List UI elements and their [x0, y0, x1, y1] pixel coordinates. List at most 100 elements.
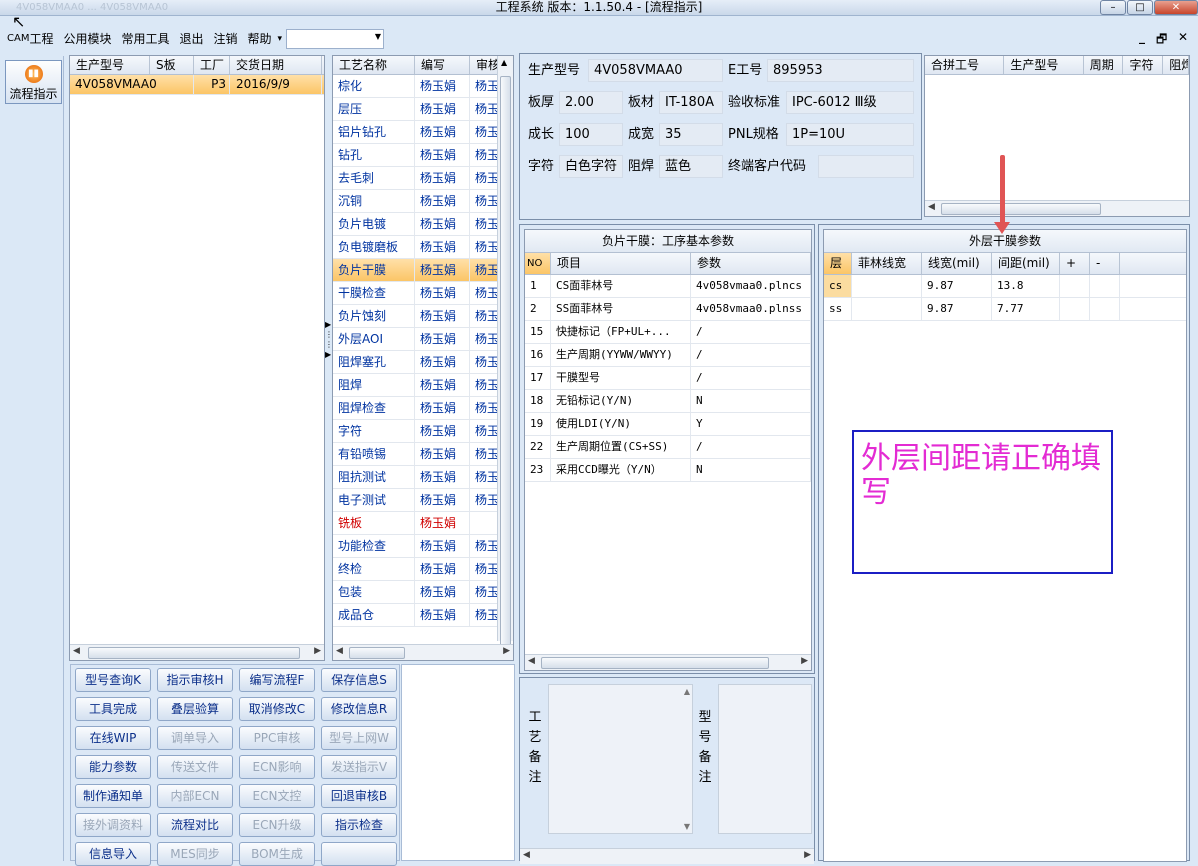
col-writer[interactable]: 编写 [415, 56, 470, 74]
col-combine-no[interactable]: 合拼工号 [925, 56, 1005, 74]
action-button-26[interactable]: BOM生成 [239, 842, 315, 866]
combine-hscroll[interactable]: ◀ [925, 200, 1189, 216]
step-hscroll[interactable]: ◀ ▶ [333, 644, 513, 660]
mask-field[interactable]: 蓝色 [659, 155, 723, 178]
scroll-right-icon[interactable]: ▶ [503, 646, 510, 656]
col-char[interactable]: 字符 [1123, 56, 1164, 74]
thickness-field[interactable]: 2.00 [559, 91, 623, 114]
action-button-15[interactable]: 发送指示V [321, 755, 397, 779]
table-row[interactable]: 电子测试 杨玉娟 杨玉 [333, 489, 513, 512]
notes-hscroll[interactable]: ◀ ▶ [520, 848, 814, 864]
outer-rm[interactable] [1090, 298, 1120, 320]
table-row[interactable]: 铣板 杨玉娟 [333, 512, 513, 535]
width-field[interactable]: 35 [659, 123, 723, 146]
mdi-restore-button[interactable]: 🗗 [1156, 30, 1167, 51]
scroll-right-icon[interactable]: ▶ [804, 850, 811, 860]
scroll-thumb[interactable] [88, 647, 300, 659]
table-row[interactable]: 负片电镀 杨玉娟 杨玉 [333, 213, 513, 236]
table-row[interactable]: 负电镀磨板 杨玉娟 杨玉 [333, 236, 513, 259]
order-hscroll[interactable]: ◀ ▶ [70, 644, 324, 660]
outer-film[interactable] [852, 275, 922, 297]
table-row[interactable]: 15 快捷标记（FP+UL+... / [525, 321, 811, 344]
table-row[interactable]: 负片干膜 杨玉娟 杨玉 [333, 259, 513, 282]
action-button-13[interactable]: 传送文件 [157, 755, 233, 779]
scroll-up-icon[interactable]: ▲ [501, 58, 507, 67]
scroll-left-icon[interactable]: ◀ [336, 646, 343, 656]
table-row[interactable]: 2 SS面菲林号 4v058vmaa0.plnss [525, 298, 811, 321]
action-button-7[interactable]: 修改信息R [321, 697, 397, 721]
table-row[interactable]: 干膜检查 杨玉娟 杨玉 [333, 282, 513, 305]
mdi-close-button[interactable]: ✕ [1178, 30, 1188, 44]
action-button-24[interactable]: 信息导入 [75, 842, 151, 866]
table-row[interactable]: 22 生产周期位置(CS+SS) / [525, 436, 811, 459]
scroll-up-icon[interactable]: ▲ [684, 687, 690, 696]
action-button-16[interactable]: 制作通知单 [75, 784, 151, 808]
action-button-8[interactable]: 在线WIP [75, 726, 151, 750]
table-row[interactable]: 负片蚀刻 杨玉娟 杨玉 [333, 305, 513, 328]
table-row[interactable]: cs 9.87 13.8 [824, 275, 1186, 298]
add-column-button[interactable]: + [1060, 253, 1090, 274]
table-row[interactable]: 包装 杨玉娟 杨玉 [333, 581, 513, 604]
col-line-width[interactable]: 线宽(mil) [922, 253, 992, 274]
action-button-14[interactable]: ECN影响 [239, 755, 315, 779]
col-no[interactable]: NO [525, 253, 551, 274]
action-button-0[interactable]: 型号查询K [75, 668, 151, 692]
remove-column-button[interactable]: - [1090, 253, 1120, 274]
menu-item-exit[interactable]: 退出 [180, 29, 204, 49]
menu-item-help[interactable]: 帮助 [248, 29, 272, 49]
scroll-thumb[interactable] [500, 76, 511, 656]
customer-code-field[interactable] [818, 155, 914, 178]
col-value[interactable]: 参数 [691, 253, 811, 274]
scroll-down-icon[interactable]: ▼ [684, 822, 690, 831]
pnl-field[interactable]: 1P=10U [786, 123, 914, 146]
col-layer[interactable]: 层 [824, 253, 852, 274]
outer-add[interactable] [1060, 275, 1090, 297]
table-row[interactable]: 阻焊 杨玉娟 杨玉 [333, 374, 513, 397]
action-button-25[interactable]: MES同步 [157, 842, 233, 866]
col-delivery-date[interactable]: 交货日期 [230, 56, 322, 74]
col-mask[interactable]: 阻焊 [1163, 56, 1190, 74]
table-row[interactable]: 层压 杨玉娟 杨玉 [333, 98, 513, 121]
scroll-left-icon[interactable]: ◀ [928, 202, 935, 212]
action-button-3[interactable]: 保存信息S [321, 668, 397, 692]
outer-lw[interactable]: 9.87 [922, 298, 992, 320]
table-row[interactable]: ss 9.87 7.77 [824, 298, 1186, 321]
scroll-right-icon[interactable]: ▶ [801, 656, 808, 666]
flow-indicator-button[interactable]: ▮▮ 流程指示 [5, 60, 62, 104]
table-row[interactable]: 沉铜 杨玉娟 杨玉 [333, 190, 513, 213]
action-button-27[interactable] [321, 842, 397, 866]
splitter-handle[interactable]: ▶ ⋮ ⋮ ▶ [325, 320, 333, 390]
table-row[interactable]: 16 生产周期(YYWW/WWYY) / [525, 344, 811, 367]
action-button-4[interactable]: 工具完成 [75, 697, 151, 721]
table-row[interactable]: 外层AOI 杨玉娟 杨玉 [333, 328, 513, 351]
table-row[interactable]: 18 无铅标记(Y/N) N [525, 390, 811, 413]
step-vscroll[interactable]: ▲ [497, 56, 513, 656]
e-number-field[interactable]: 895953 [767, 59, 914, 82]
menu-item-tools[interactable]: 常用工具 [121, 29, 169, 49]
table-row[interactable]: 终检 杨玉娟 杨玉 [333, 558, 513, 581]
action-button-20[interactable]: 接外调资料 [75, 813, 151, 837]
col-combine-model[interactable]: 生产型号 [1004, 56, 1084, 74]
table-row[interactable]: 1 CS面菲林号 4v058vmaa0.plncs [525, 275, 811, 298]
menu-item-logout[interactable]: 注销 [214, 29, 238, 49]
action-button-19[interactable]: 回退审核B [321, 784, 397, 808]
action-button-1[interactable]: 指示审核H [157, 668, 233, 692]
col-factory[interactable]: 工厂 [194, 56, 230, 74]
action-button-18[interactable]: ECN文控 [239, 784, 315, 808]
minimize-button[interactable]: – [1100, 0, 1126, 15]
action-button-17[interactable]: 内部ECN [157, 784, 233, 808]
length-field[interactable]: 100 [559, 123, 623, 146]
table-row[interactable]: 去毛刺 杨玉娟 杨玉 [333, 167, 513, 190]
col-film-width[interactable]: 菲林线宽 [852, 253, 922, 274]
table-row[interactable]: 功能检查 杨玉娟 杨玉 [333, 535, 513, 558]
params-hscroll[interactable]: ◀ ▶ [525, 654, 811, 670]
model-note-field[interactable] [718, 684, 812, 834]
scroll-thumb[interactable] [541, 657, 769, 669]
craft-note-field[interactable]: ▲ ▼ [548, 684, 693, 834]
scroll-left-icon[interactable]: ◀ [523, 850, 530, 860]
maximize-button[interactable]: □ [1127, 0, 1153, 15]
close-button[interactable]: ✕ [1154, 0, 1198, 15]
table-row[interactable]: 棕化 杨玉娟 杨玉 [333, 75, 513, 98]
action-button-9[interactable]: 调单导入 [157, 726, 233, 750]
action-button-11[interactable]: 型号上网W [321, 726, 397, 750]
